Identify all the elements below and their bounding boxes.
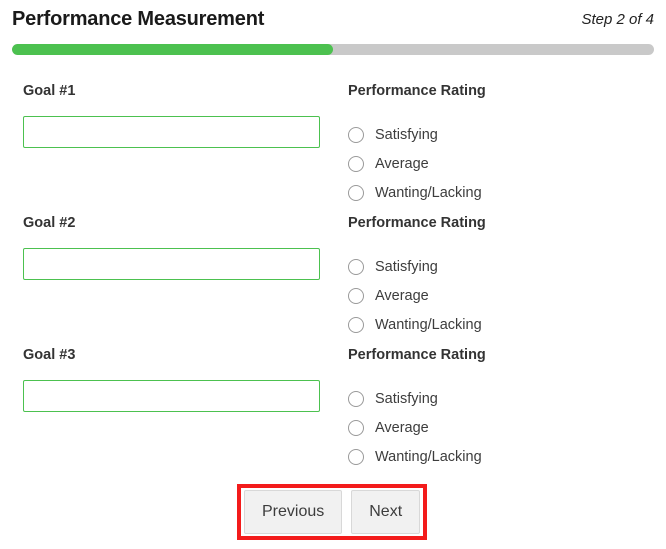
radio-option-label: Wanting/Lacking [375, 448, 482, 465]
radio-button-icon[interactable] [348, 287, 364, 304]
radio-option[interactable]: Satisfying [348, 384, 628, 413]
goal-input-group: Goal #3 [23, 346, 320, 412]
radio-button-icon[interactable] [348, 419, 364, 436]
progress-bar-fill [12, 44, 333, 55]
radio-option[interactable]: Average [348, 149, 628, 178]
radio-button-icon[interactable] [348, 155, 364, 172]
goal-row: Goal #3 Performance Rating Satisfying Avera… [0, 346, 666, 478]
performance-rating-heading: Performance Rating [348, 83, 486, 99]
goal-label: Goal #1 [23, 83, 76, 99]
goal-label: Goal #3 [23, 347, 76, 363]
goal-input[interactable] [23, 248, 320, 280]
radio-button-icon[interactable] [348, 184, 364, 201]
progress-bar-track [12, 44, 654, 55]
performance-rating-group: Performance Rating Satisfying Average Wanti… [348, 214, 628, 339]
radio-option[interactable]: Average [348, 281, 628, 310]
goal-input-group: Goal #2 [23, 214, 320, 280]
performance-rating-group: Performance Rating Satisfying Average Wanti… [348, 82, 628, 207]
radio-option[interactable]: Wanting/Lacking [348, 442, 628, 471]
radio-option[interactable]: Average [348, 413, 628, 442]
radio-option-label: Average [375, 287, 429, 304]
page-title: Performance Measurement [12, 8, 265, 30]
radio-option-label: Satisfying [375, 390, 438, 407]
step-indicator: Step 2 of 4 [581, 11, 654, 28]
performance-rating-heading: Performance Rating [348, 347, 486, 363]
goal-input[interactable] [23, 116, 320, 148]
page-header: Performance Measurement Step 2 of 4 [0, 0, 666, 40]
radio-button-icon[interactable] [348, 448, 364, 465]
radio-option-label: Average [375, 419, 429, 436]
goal-row: Goal #1 Performance Rating Satisfying Avera… [0, 82, 666, 214]
radio-option-label: Average [375, 155, 429, 172]
radio-button-icon[interactable] [348, 316, 364, 333]
next-button[interactable]: Next [351, 490, 421, 534]
radio-option[interactable]: Satisfying [348, 252, 628, 281]
goal-label: Goal #2 [23, 215, 76, 231]
goal-row: Goal #2 Performance Rating Satisfying Avera… [0, 214, 666, 346]
goal-input-group: Goal #1 [23, 82, 320, 148]
wizard-button-bar: Previous Next [244, 490, 421, 534]
radio-option-label: Wanting/Lacking [375, 316, 482, 333]
radio-option-label: Satisfying [375, 126, 438, 143]
performance-rating-group: Performance Rating Satisfying Average Wanti… [348, 346, 628, 471]
radio-button-icon[interactable] [348, 258, 364, 275]
radio-option[interactable]: Satisfying [348, 120, 628, 149]
radio-option-label: Wanting/Lacking [375, 184, 482, 201]
performance-rating-heading: Performance Rating [348, 215, 486, 231]
previous-button[interactable]: Previous [244, 490, 343, 534]
radio-option-label: Satisfying [375, 258, 438, 275]
radio-button-icon[interactable] [348, 390, 364, 407]
radio-option[interactable]: Wanting/Lacking [348, 310, 628, 339]
goal-input[interactable] [23, 380, 320, 412]
radio-option[interactable]: Wanting/Lacking [348, 178, 628, 207]
goals-form: Goal #1 Performance Rating Satisfying Avera… [0, 82, 666, 478]
radio-button-icon[interactable] [348, 126, 364, 143]
